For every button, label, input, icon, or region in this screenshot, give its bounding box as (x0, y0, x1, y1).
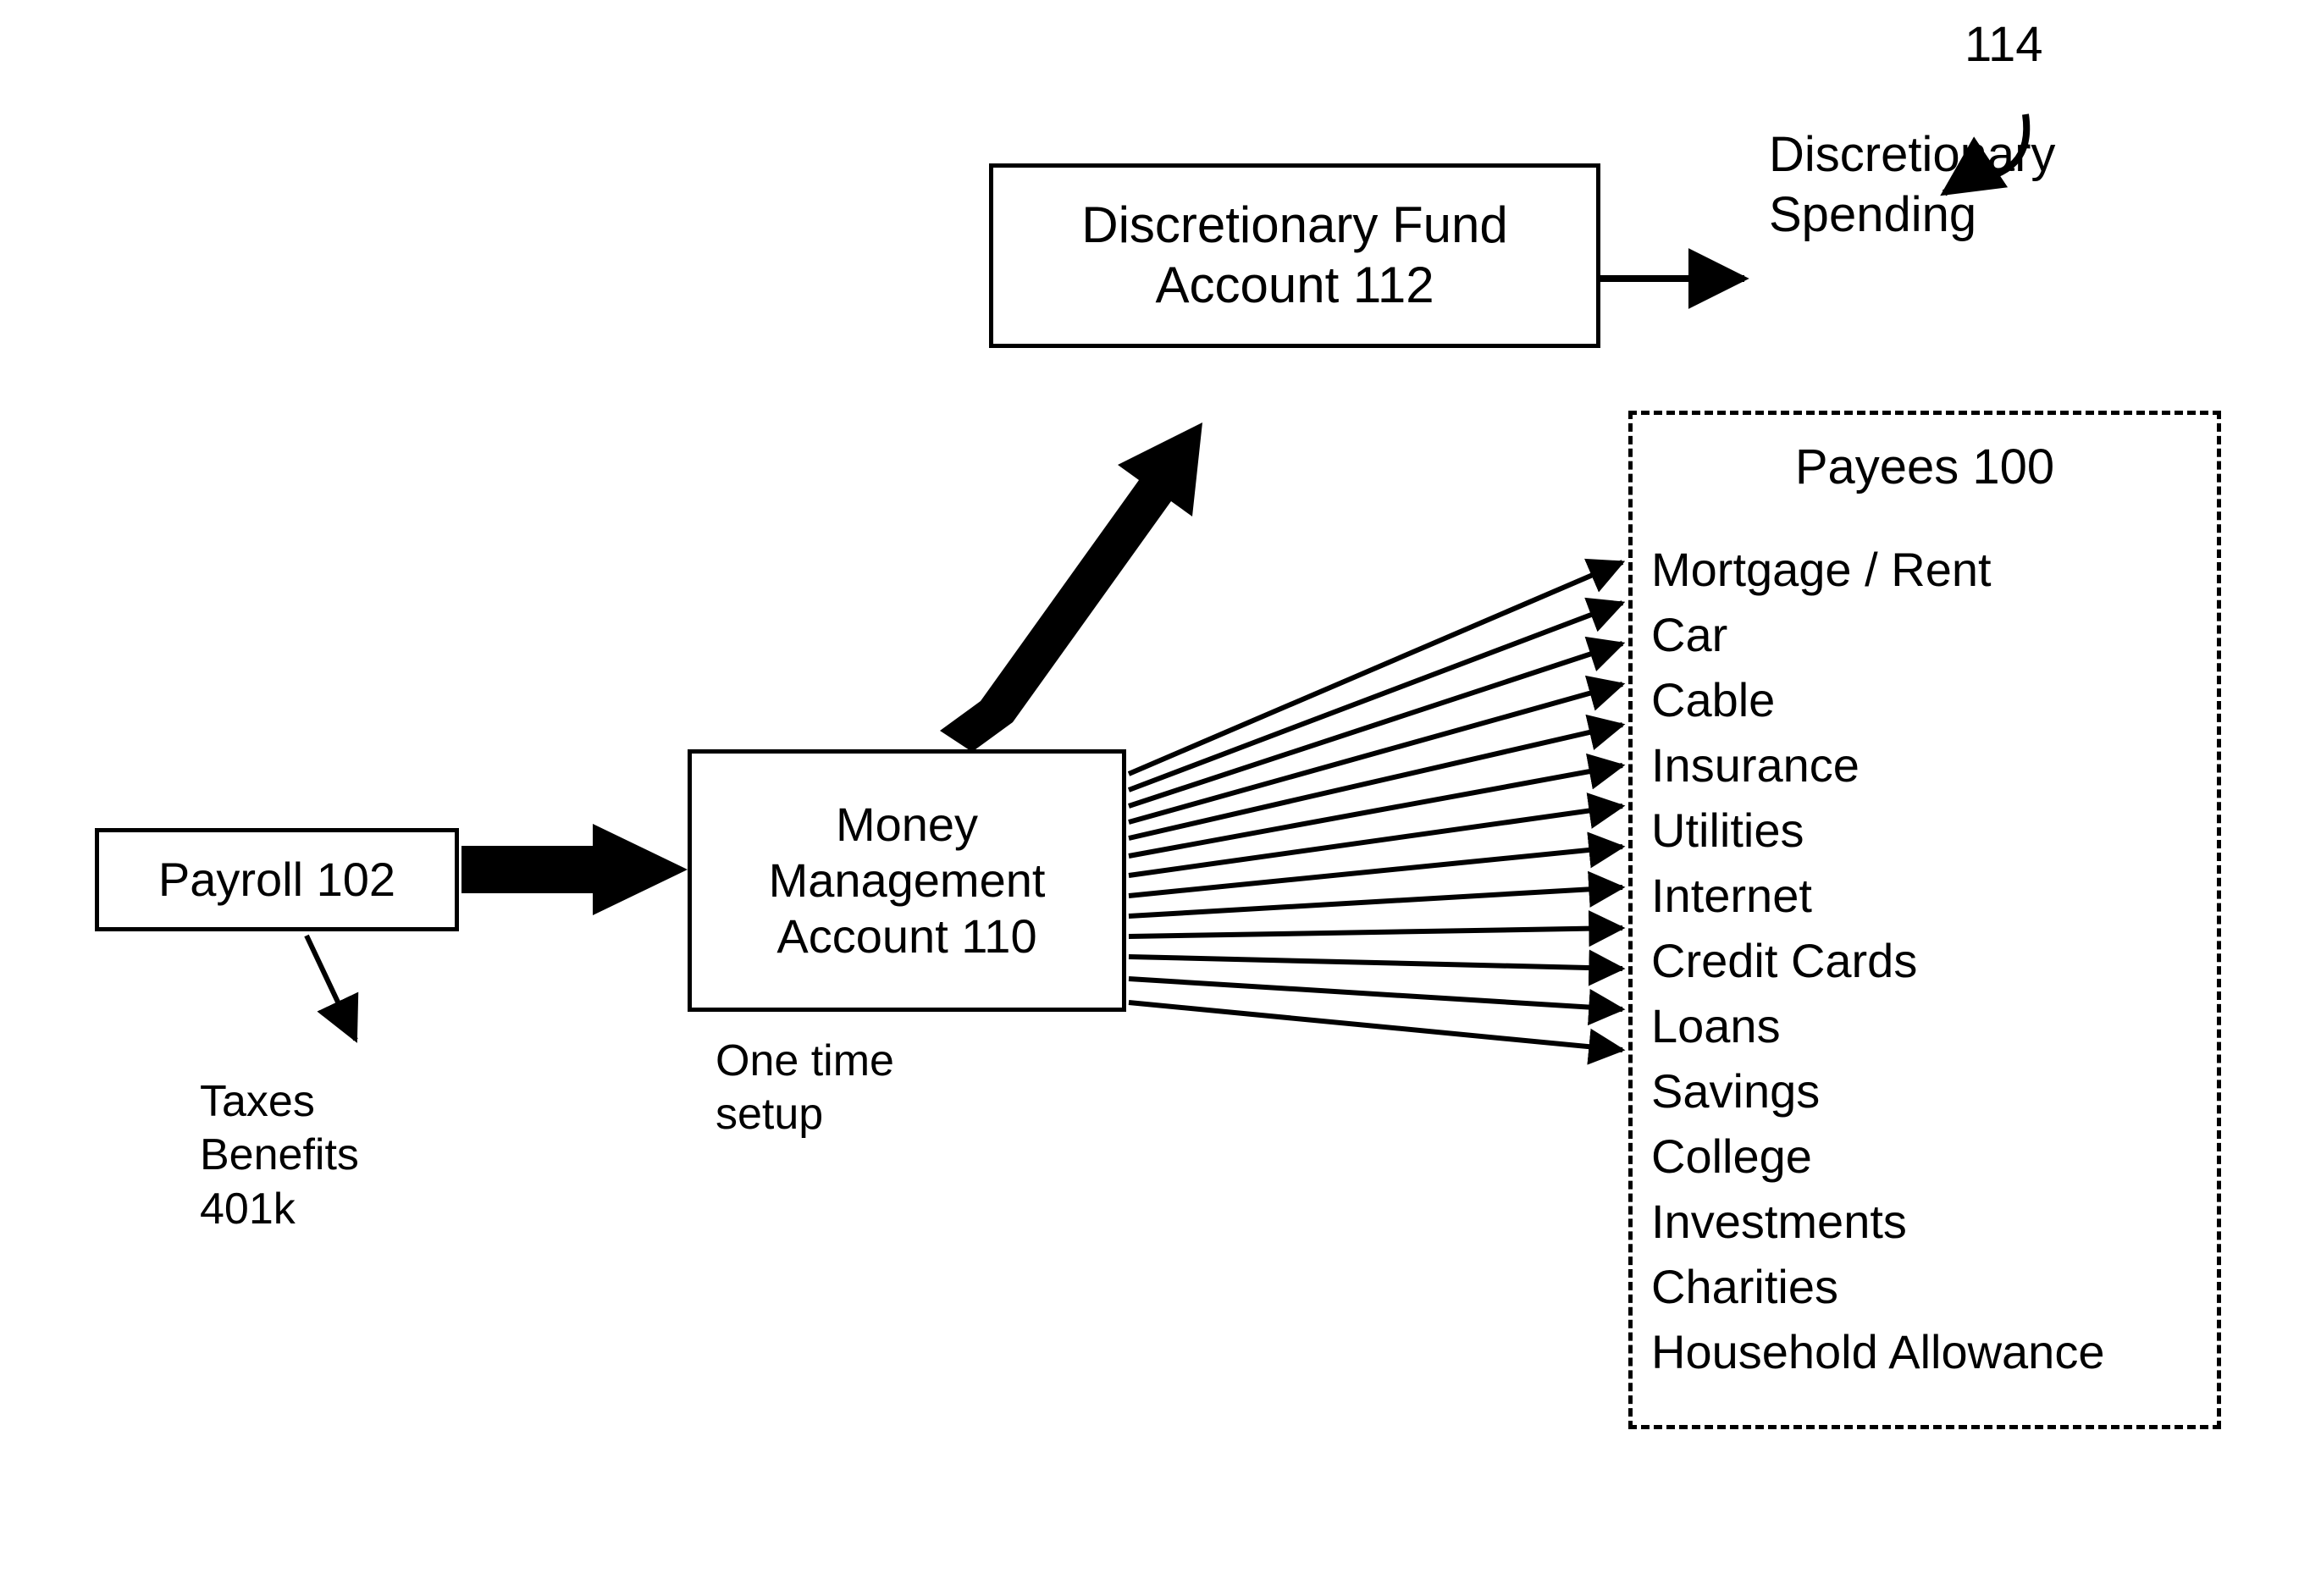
payroll-to-account-arrow (461, 824, 688, 915)
account-to-payees-arrows (1127, 558, 1626, 1065)
payee-list-item: Cable (1651, 673, 1776, 726)
discretionary-fund-account-node: Discretionary Fund Account 112 (989, 163, 1600, 348)
money-management-line-3: Account 110 (776, 909, 1037, 964)
payroll-node-label: Payroll 102 (157, 852, 396, 906)
one-time-setup-label: One time setup (716, 1036, 894, 1140)
payee-list-item: Investments (1651, 1195, 1907, 1248)
money-management-line-1: Money (835, 797, 979, 851)
payroll-deductions-arrow (304, 934, 359, 1043)
reference-numeral-114: 114 (1965, 17, 2043, 72)
payees-list: Mortgage / Rent Car Cable Insurance Utilitie… (1651, 537, 2210, 1384)
payee-list-item: Charities (1651, 1260, 1838, 1313)
payee-list-item: Insurance (1651, 738, 1860, 792)
diagram-canvas: Payroll 102 Discretionary Fund Account 1… (0, 0, 2321, 1596)
discretionary-fund-line-2: Account 112 (1155, 257, 1434, 313)
payee-list-item: Utilities (1651, 804, 1804, 857)
payee-list-item: College (1651, 1129, 1812, 1183)
payee-list-item: Savings (1651, 1064, 1821, 1118)
money-management-account-node: Money Management Account 110 (688, 749, 1126, 1012)
discretionary-fund-line-1: Discretionary Fund (1081, 196, 1508, 254)
discretionary-spending-label: Discretionary Spending (1769, 127, 2056, 242)
payee-list-item: Internet (1651, 869, 1812, 922)
payee-list-item: Loans (1651, 999, 1781, 1052)
payee-list-item: Car (1651, 608, 1728, 661)
payroll-deductions-label: Taxes Benefits 401k (200, 1077, 359, 1234)
account-to-discretionary-fund-arrow (940, 422, 1202, 752)
money-management-line-2: Management (768, 853, 1046, 907)
payees-panel-title: Payees 100 (1794, 439, 2055, 494)
payee-list-item: Credit Cards (1651, 934, 1918, 987)
payee-list-item: Household Allowance (1651, 1325, 2105, 1378)
payee-list-item: Mortgage / Rent (1651, 543, 1992, 596)
payees-panel: Payees 100 Mortgage / Rent Car Cable Insura… (1628, 411, 2221, 1429)
payroll-node: Payroll 102 (95, 828, 459, 931)
